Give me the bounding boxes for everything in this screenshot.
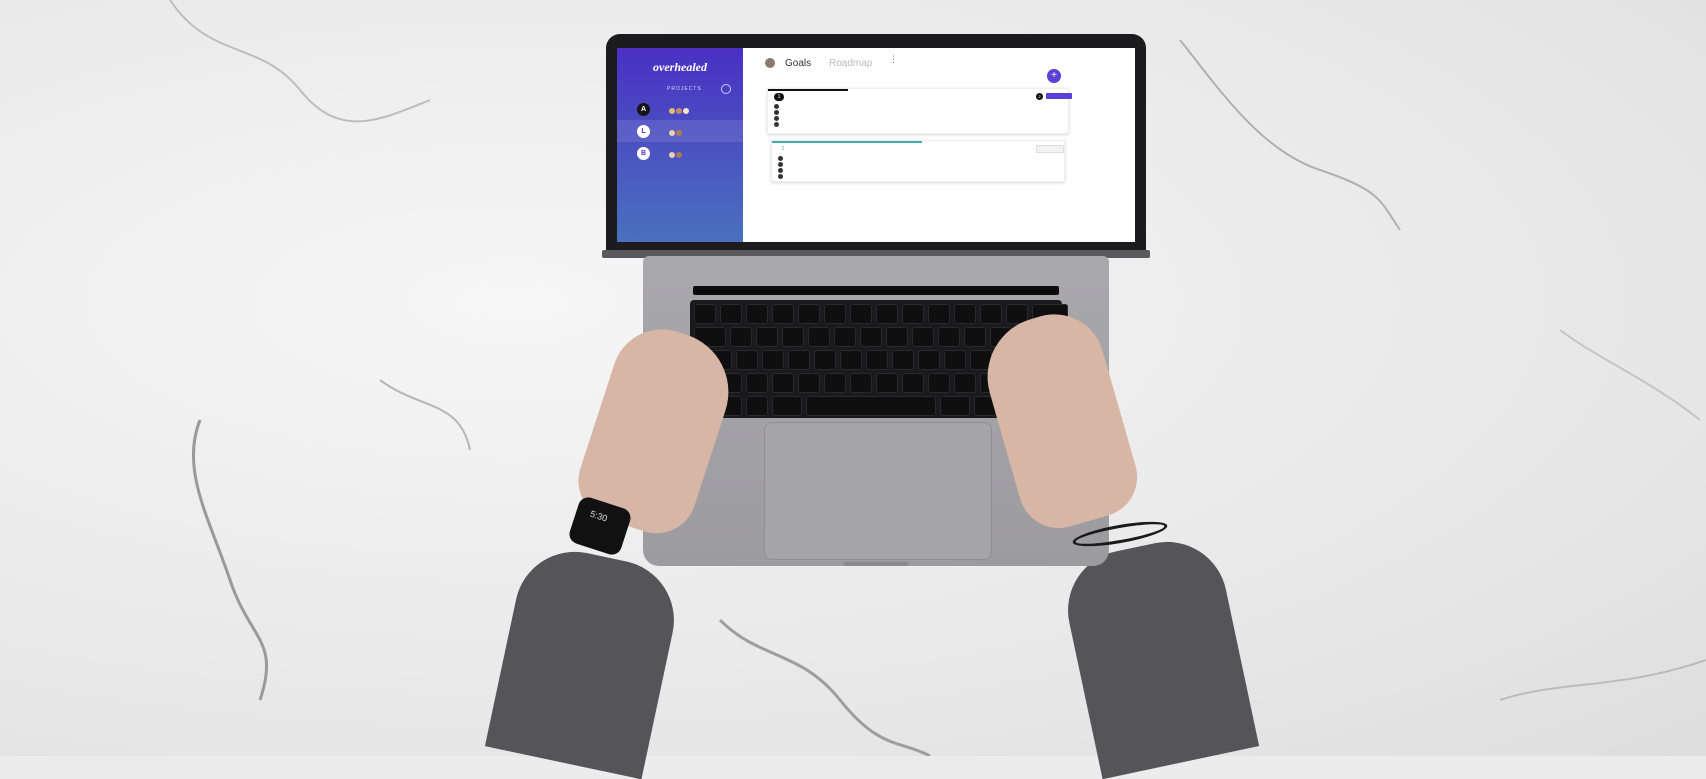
key[interactable]: [814, 350, 836, 370]
key[interactable]: [860, 327, 882, 347]
trackpad[interactable]: [764, 422, 992, 560]
laptop-notch: [843, 562, 909, 566]
key-row: [694, 304, 1068, 326]
key[interactable]: [892, 350, 914, 370]
project-members: [669, 108, 689, 114]
avatar: [669, 130, 675, 136]
key[interactable]: [912, 327, 934, 347]
sidebar-project-1[interactable]: A: [617, 98, 743, 120]
key[interactable]: [824, 304, 846, 324]
key[interactable]: [840, 350, 862, 370]
projects-section-label: PROJECTS: [667, 86, 702, 92]
project-badge: B: [637, 147, 650, 160]
task-item[interactable]: [778, 173, 783, 179]
sidebar-project-3[interactable]: B: [617, 142, 743, 164]
key[interactable]: [808, 327, 830, 347]
key[interactable]: [746, 373, 768, 393]
goal-card[interactable]: 1: [771, 140, 1065, 182]
key[interactable]: [772, 373, 794, 393]
task-check-icon: [778, 167, 783, 173]
key[interactable]: [954, 373, 976, 393]
avatar: [669, 108, 675, 114]
project-members: [669, 130, 682, 136]
goal-status-badge[interactable]: [1036, 145, 1064, 153]
goal-progress-bar: [772, 141, 922, 143]
key[interactable]: [694, 304, 716, 324]
touch-bar[interactable]: [693, 286, 1059, 295]
key[interactable]: [902, 304, 924, 324]
sidebar-project-2[interactable]: L: [617, 120, 743, 142]
key[interactable]: [938, 327, 960, 347]
key[interactable]: [918, 350, 940, 370]
key[interactable]: [788, 350, 810, 370]
key[interactable]: [746, 396, 768, 416]
key[interactable]: [850, 373, 872, 393]
more-options-icon[interactable]: ⋮: [889, 55, 898, 68]
brand-logo: overhealed: [653, 60, 707, 74]
goal-card[interactable]: 1 2: [767, 88, 1072, 134]
key[interactable]: [756, 327, 778, 347]
key[interactable]: [782, 327, 804, 347]
key[interactable]: [798, 304, 820, 324]
task-check-icon: [774, 115, 779, 121]
key[interactable]: [824, 373, 846, 393]
spacebar[interactable]: [806, 396, 936, 416]
tab-roadmap[interactable]: Roadmap: [829, 58, 872, 69]
key[interactable]: [772, 396, 802, 416]
key[interactable]: [772, 304, 794, 324]
avatar: [676, 130, 682, 136]
key[interactable]: [762, 350, 784, 370]
key[interactable]: [886, 327, 908, 347]
task-check-icon: [774, 121, 779, 127]
key[interactable]: [720, 304, 742, 324]
goal-number: 1: [774, 93, 784, 101]
add-project-icon[interactable]: [721, 84, 731, 94]
key[interactable]: [876, 304, 898, 324]
user-avatar[interactable]: [765, 58, 775, 68]
task-check-icon: [774, 103, 779, 109]
key[interactable]: [876, 373, 898, 393]
watch-time: 5:30: [588, 508, 609, 524]
key[interactable]: [798, 373, 820, 393]
key[interactable]: [902, 373, 924, 393]
key[interactable]: [928, 304, 950, 324]
key[interactable]: [944, 350, 966, 370]
goal-number: 1: [781, 146, 785, 152]
key[interactable]: [980, 304, 1002, 324]
goal-status-badge[interactable]: [1046, 93, 1072, 99]
task-check-icon: [778, 161, 783, 167]
goal-comment-count: 2: [1036, 93, 1043, 100]
project-badge: A: [637, 103, 650, 116]
key[interactable]: [964, 327, 986, 347]
avatar: [676, 108, 682, 114]
goal-progress-bar: [768, 89, 848, 91]
add-goal-button[interactable]: +: [1047, 69, 1061, 83]
key[interactable]: [730, 327, 752, 347]
key[interactable]: [928, 373, 950, 393]
key[interactable]: [954, 304, 976, 324]
project-members: [669, 152, 682, 158]
key[interactable]: [850, 304, 872, 324]
key[interactable]: [866, 350, 888, 370]
app-sidebar: overhealed PROJECTS A L B: [617, 48, 743, 242]
avatar: [669, 152, 675, 158]
avatar: [683, 108, 689, 114]
task-check-icon: [778, 155, 783, 161]
task-item[interactable]: [774, 121, 779, 127]
task-check-icon: [778, 173, 783, 179]
app-main: Goals Roadmap ⋮ + 1 2 1: [743, 48, 1135, 242]
tab-goals[interactable]: Goals: [785, 58, 811, 69]
key[interactable]: [940, 396, 970, 416]
project-badge: L: [637, 125, 650, 138]
key[interactable]: [834, 327, 856, 347]
key[interactable]: [746, 304, 768, 324]
avatar: [676, 152, 682, 158]
key[interactable]: [736, 350, 758, 370]
task-check-icon: [774, 109, 779, 115]
laptop-screen: overhealed PROJECTS A L B Goals Roadmap …: [617, 48, 1135, 242]
